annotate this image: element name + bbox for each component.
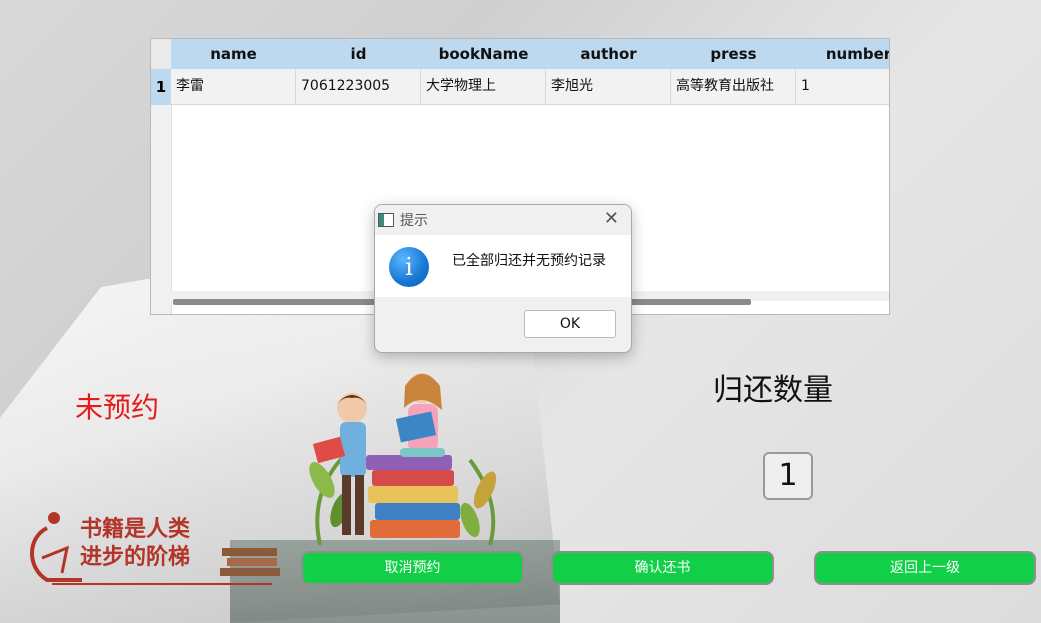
- dialog-body: i 已全部归还并无预约记录: [375, 235, 631, 297]
- dialog-title-bar[interactable]: 提示 ✕: [375, 205, 631, 235]
- reservation-status-label: 未预约: [75, 391, 160, 424]
- back-button[interactable]: 返回上一级: [814, 551, 1036, 585]
- info-icon: i: [389, 247, 429, 287]
- table-row[interactable]: 李雷 7061223005 大学物理上 李旭光 高等教育出版社 1: [171, 69, 889, 105]
- return-count-value: 1: [763, 452, 813, 500]
- column-header-author[interactable]: author: [546, 39, 671, 69]
- cell-id[interactable]: 7061223005: [296, 69, 421, 105]
- slogan-logo: 书籍是人类 进步的阶梯: [30, 512, 280, 585]
- column-header-number[interactable]: number: [796, 39, 889, 69]
- column-header-id[interactable]: id: [296, 39, 421, 69]
- row-number[interactable]: 1: [151, 69, 171, 105]
- table-corner-button[interactable]: [151, 39, 171, 69]
- dialog-footer: OK: [375, 297, 631, 352]
- column-header-press[interactable]: press: [671, 39, 796, 69]
- reader-silhouette-icon: [30, 512, 82, 582]
- cell-bookname[interactable]: 大学物理上: [421, 69, 546, 105]
- confirm-return-button[interactable]: 确认还书: [551, 551, 774, 585]
- column-header-bookname[interactable]: bookName: [421, 39, 546, 69]
- slogan-line1: 书籍是人类: [80, 516, 191, 542]
- dialog-title: 提示: [400, 213, 428, 229]
- table-header: name id bookName author press number: [171, 39, 889, 69]
- return-count-title: 归还数量: [713, 373, 833, 408]
- cell-number[interactable]: 1: [796, 69, 889, 105]
- ok-button[interactable]: OK: [524, 310, 616, 338]
- book-stack-icon: [220, 548, 280, 576]
- kids-reading-illustration: [309, 373, 497, 546]
- info-dialog: 提示 ✕ i 已全部归还并无预约记录 OK: [374, 204, 632, 353]
- close-icon[interactable]: ✕: [604, 209, 619, 229]
- cell-press[interactable]: 高等教育出版社: [671, 69, 796, 105]
- cell-author[interactable]: 李旭光: [546, 69, 671, 105]
- dialog-message: 已全部归还并无预约记录: [452, 253, 606, 269]
- row-header: 1: [151, 69, 172, 314]
- slogan-line2: 进步的阶梯: [80, 544, 190, 570]
- book-stack: [366, 455, 460, 538]
- cell-name[interactable]: 李雷: [171, 69, 296, 105]
- column-header-name[interactable]: name: [171, 39, 296, 69]
- girl-figure: [395, 373, 445, 457]
- window-icon: [378, 213, 394, 227]
- cancel-reservation-button[interactable]: 取消预约: [301, 551, 524, 585]
